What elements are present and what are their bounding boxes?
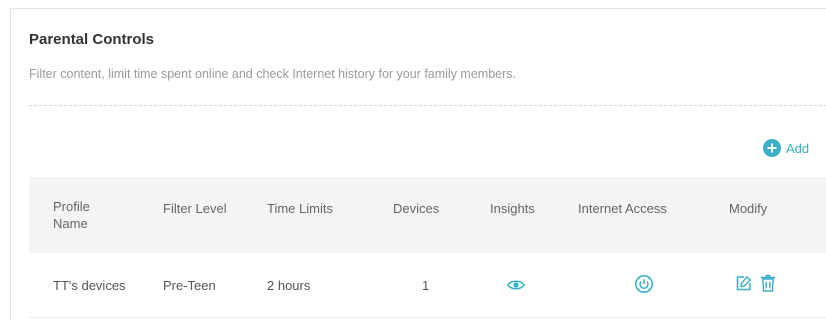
power-icon[interactable]	[634, 274, 654, 294]
eye-icon[interactable]	[507, 277, 525, 293]
column-header-devices: Devices	[393, 201, 440, 216]
section-divider	[29, 105, 826, 106]
trash-icon[interactable]	[760, 274, 776, 292]
column-header-profile-name: Profile Name	[53, 199, 90, 231]
section-title: Parental Controls	[29, 31, 155, 48]
filter-level-cell: Pre-Teen	[163, 278, 216, 293]
profile-name-cell: TT's devices	[53, 278, 126, 293]
profiles-table: Profile Name Filter Level Time Limits De…	[29, 177, 826, 318]
edit-icon[interactable]	[735, 275, 752, 292]
table-header: Profile Name Filter Level Time Limits De…	[29, 177, 826, 253]
column-header-modify: Modify	[729, 201, 768, 216]
table-row: TT's devices Pre-Teen 2 hours 1	[29, 253, 826, 318]
column-header-filter-level: Filter Level	[163, 201, 227, 216]
add-profile-button[interactable]: Add	[763, 139, 809, 157]
parental-controls-panel: Parental Controls Filter content, limit …	[10, 8, 826, 320]
add-label: Add	[786, 140, 810, 156]
column-header-time-limits: Time Limits	[267, 201, 333, 216]
column-header-internet-access: Internet Access	[578, 201, 667, 216]
plus-circle-icon	[763, 139, 781, 157]
section-description: Filter content, limit time spent online …	[29, 67, 516, 81]
time-limits-cell: 2 hours	[267, 278, 311, 293]
devices-cell: 1	[422, 278, 430, 293]
column-header-insights: Insights	[490, 201, 535, 216]
